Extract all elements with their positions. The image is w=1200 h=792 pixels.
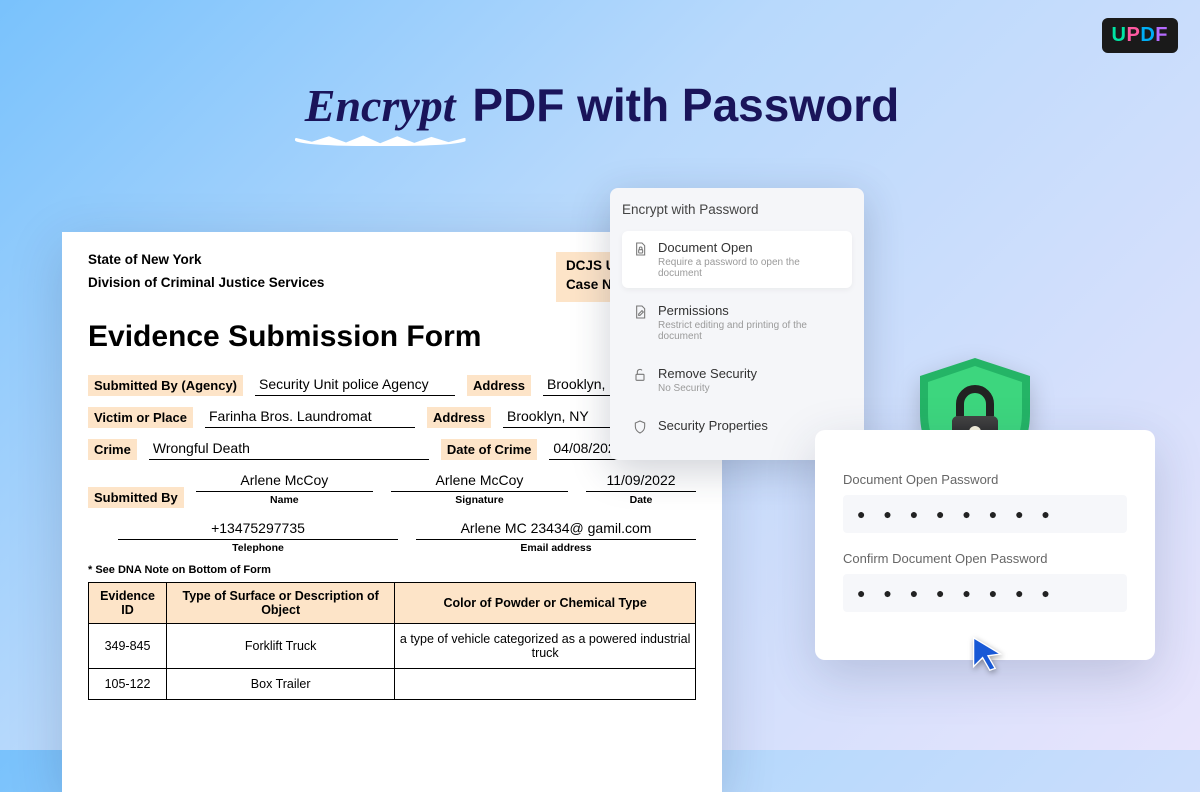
val-date: 11/09/2022 xyxy=(586,470,696,492)
file-lock-icon xyxy=(632,241,648,257)
val-email: Arlene MC 23434@ gamil.com xyxy=(416,518,696,540)
cursor-icon xyxy=(970,636,1006,677)
brand-logo: UPDF xyxy=(1102,18,1178,53)
password-card: Document Open Password ● ● ● ● ● ● ● ● C… xyxy=(815,430,1155,660)
label-crime: Crime xyxy=(88,439,137,460)
table-row: 105-122Box Trailer xyxy=(89,669,696,700)
doc-division: Division of Criminal Justice Services xyxy=(88,275,324,290)
label-subby: Submitted By xyxy=(88,487,184,508)
shield-icon xyxy=(632,419,648,435)
val-victim: Farinha Bros. Laundromat xyxy=(205,406,415,428)
label-open-password: Document Open Password xyxy=(843,472,1127,487)
label-address: Address xyxy=(467,375,531,396)
input-open-password[interactable]: ● ● ● ● ● ● ● ● xyxy=(843,495,1127,533)
evidence-table: Evidence IDType of Surface or Descriptio… xyxy=(88,582,696,700)
encrypt-panel: Encrypt with Password Document OpenRequi… xyxy=(610,188,864,460)
option-document-open[interactable]: Document OpenRequire a password to open … xyxy=(622,231,852,288)
val-sig: Arlene McCoy xyxy=(391,470,568,492)
val-tel: +13475297735 xyxy=(118,518,398,540)
option-permissions[interactable]: PermissionsRestrict editing and printing… xyxy=(622,294,852,351)
unlock-icon xyxy=(632,367,648,383)
label-address2: Address xyxy=(427,407,491,428)
val-name: Arlene McCoy xyxy=(196,470,373,492)
label-confirm-password: Confirm Document Open Password xyxy=(843,551,1127,566)
file-edit-icon xyxy=(632,304,648,320)
panel-title: Encrypt with Password xyxy=(622,202,852,217)
label-victim: Victim or Place xyxy=(88,407,193,428)
option-remove-security[interactable]: Remove SecurityNo Security xyxy=(622,357,852,403)
doc-title: Evidence Submission Form xyxy=(88,320,696,354)
label-agency: Submitted By (Agency) xyxy=(88,375,243,396)
input-confirm-password[interactable]: ● ● ● ● ● ● ● ● xyxy=(843,574,1127,612)
hero-title: Encrypt PDF with Password xyxy=(0,78,1200,132)
doc-state: State of New York xyxy=(88,252,324,267)
val-crime: Wrongful Death xyxy=(149,438,429,460)
val-agency: Security Unit police Agency xyxy=(255,374,455,396)
table-row: 349-845Forklift Trucka type of vehicle c… xyxy=(89,624,696,669)
dna-note: * See DNA Note on Bottom of Form xyxy=(88,564,696,576)
label-datecrime: Date of Crime xyxy=(441,439,538,460)
